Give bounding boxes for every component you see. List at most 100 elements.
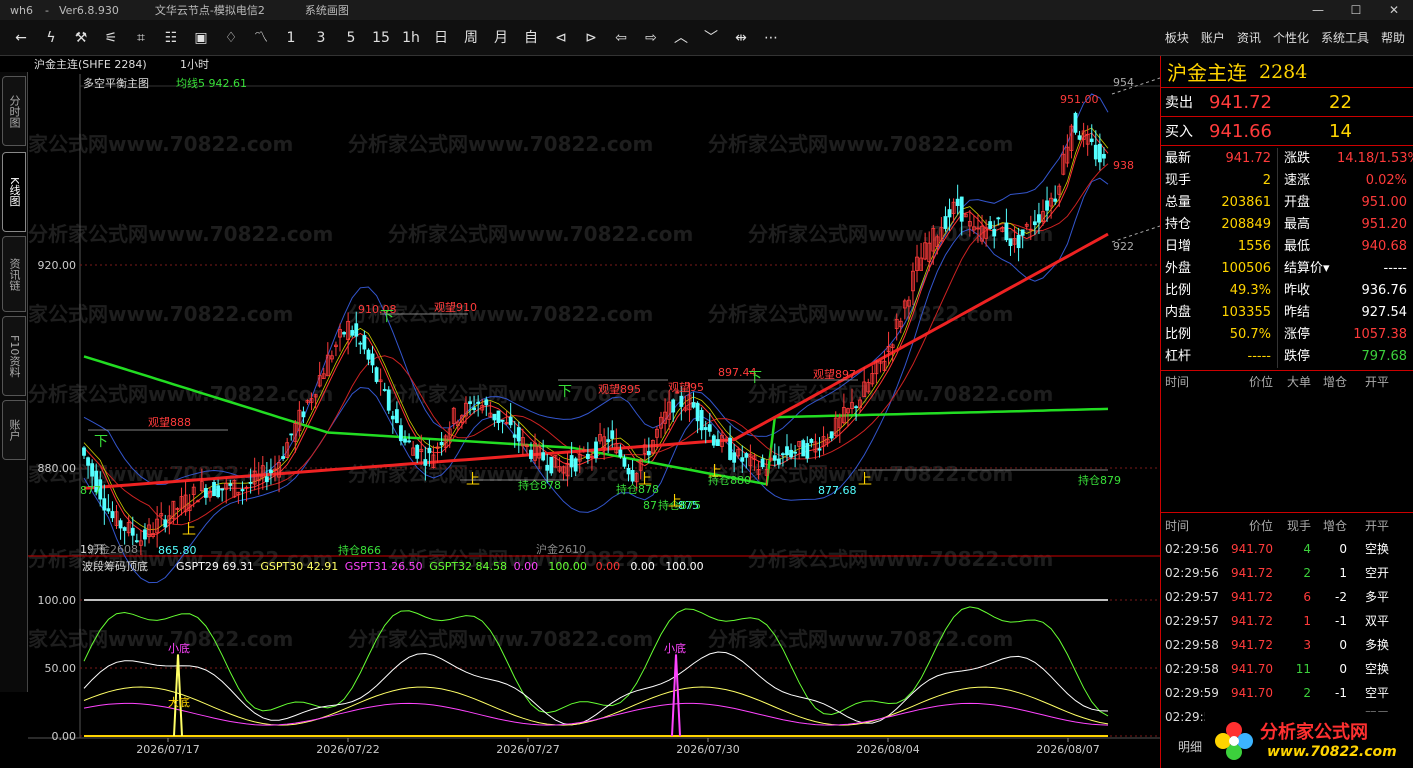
period-15[interactable]: 15 xyxy=(366,20,396,56)
line-chart-icon[interactable]: 〽 xyxy=(246,20,276,56)
grid-icon[interactable]: ☷ xyxy=(156,20,186,56)
draw-icon[interactable]: ⚒ xyxy=(66,20,96,56)
stats-cell: 比例 xyxy=(1165,283,1192,298)
prev-bar-icon[interactable]: ⊲ xyxy=(546,20,576,56)
stats-cell: 940.68 xyxy=(1361,239,1408,254)
sub-value: 0.00 xyxy=(514,560,539,573)
sub-indicator-label[interactable]: 波段筹码顶底 xyxy=(82,559,148,573)
candle-body xyxy=(955,198,960,206)
period-label[interactable]: 1小时 xyxy=(180,58,209,71)
cursor-icon[interactable]: ⇹ xyxy=(726,20,756,56)
menu-help[interactable]: 帮助 xyxy=(1381,20,1405,56)
menu-personalize[interactable]: 个性化 xyxy=(1273,20,1309,56)
maximize-button[interactable]: ☐ xyxy=(1337,0,1375,20)
projection-line xyxy=(1111,225,1160,243)
column-header: 开平 xyxy=(1364,375,1389,389)
tab-f10[interactable]: F10资料 xyxy=(2,316,26,396)
candle-body xyxy=(626,467,631,475)
forward-icon[interactable]: ϟ xyxy=(36,20,66,56)
logo-title: 分析家公式网 xyxy=(1260,722,1368,743)
candle-body xyxy=(508,416,513,426)
tick-table[interactable]: 时间 价位 现手 增仓 开平 02:29:56 941.70 4 0 空换 02:29:56 941… xyxy=(1161,513,1413,729)
sell-row[interactable]: 卖出 941.72 22 xyxy=(1161,88,1413,117)
symbol-label[interactable]: 沪金主连(SHFE 2284) xyxy=(34,57,147,71)
x-tick-label: 2026/07/17 xyxy=(136,743,199,756)
tick-cell: 3 xyxy=(1303,638,1311,652)
stats-row: 现手 2 速涨 0.02% xyxy=(1161,170,1413,192)
candle-body xyxy=(228,483,233,486)
menu-tools[interactable]: 系统工具 xyxy=(1321,20,1369,56)
sub-value: GSPT32 84.58 xyxy=(429,560,507,573)
x-tick-label: 2026/07/22 xyxy=(316,743,379,756)
chart-grid: 920.00 880.00 100.00 50.00 0.00 2026/07/17 202… xyxy=(28,74,1160,756)
candle-body xyxy=(1008,238,1013,247)
tick-cell: 941.72 xyxy=(1231,638,1273,652)
candle-body xyxy=(82,447,86,456)
candle-body xyxy=(781,453,785,456)
next-bar-icon[interactable]: ⊳ xyxy=(576,20,606,56)
indicator-icon[interactable]: ⚟ xyxy=(96,20,126,56)
period-custom[interactable]: 自 xyxy=(516,20,546,56)
tab-account[interactable]: 账户 xyxy=(2,400,26,460)
watermark-text: 分析家公式网www.70822.com xyxy=(28,132,293,156)
column-header: 价位 xyxy=(1248,519,1273,533)
candle-body xyxy=(403,438,407,443)
sub-value: 100.00 xyxy=(548,560,587,573)
stats-cell: 现手 xyxy=(1165,173,1192,188)
small-bottom-label: 小底 xyxy=(168,641,190,655)
period-1[interactable]: 1 xyxy=(276,20,306,56)
signal-up: 上 xyxy=(668,494,682,510)
main-indicator-label[interactable]: 多空平衡主图 xyxy=(83,76,149,90)
stats-cell[interactable]: 结算价▾ xyxy=(1277,258,1337,280)
more-icon[interactable]: ⋯ xyxy=(756,20,786,56)
chart-icon[interactable]: ▣ xyxy=(186,20,216,56)
right-icon[interactable]: ⇨ xyxy=(636,20,666,56)
bell-icon[interactable]: ♢ xyxy=(216,20,246,56)
candle-body xyxy=(854,406,858,409)
zoom-in-icon[interactable]: ︿ xyxy=(666,20,696,56)
minimize-button[interactable]: — xyxy=(1299,0,1337,20)
period-day[interactable]: 日 xyxy=(426,20,456,56)
candle-body xyxy=(427,447,432,454)
column-header: 时间 xyxy=(1165,375,1190,389)
sub-value: 0.00 xyxy=(596,560,621,573)
column-header: 价位 xyxy=(1248,375,1273,389)
zoom-out-icon[interactable]: ﹀ xyxy=(696,20,726,56)
period-week[interactable]: 周 xyxy=(456,20,486,56)
candle-body xyxy=(407,440,411,443)
period-month[interactable]: 月 xyxy=(486,20,516,56)
tab-newslink[interactable]: 资讯链 xyxy=(2,236,26,312)
tab-kline[interactable]: K线图 xyxy=(2,152,26,232)
candle-body xyxy=(801,440,806,457)
stats-row: 总量 203861 开盘 951.00 xyxy=(1161,192,1413,214)
watermark-text: 分析家公式网www.70822.com xyxy=(28,627,293,651)
small-bottom-spike xyxy=(671,654,681,737)
period-1h[interactable]: 1h xyxy=(396,20,426,56)
tab-detail[interactable]: 明细 xyxy=(1178,738,1202,755)
buy-row[interactable]: 买入 941.66 14 xyxy=(1161,117,1413,146)
period-5[interactable]: 5 xyxy=(336,20,366,56)
sub-y-tick-label: 50.00 xyxy=(45,662,77,675)
menu-sector[interactable]: 板块 xyxy=(1165,20,1189,56)
tick-cell: 2 xyxy=(1303,566,1311,580)
cross-icon[interactable]: ⌗ xyxy=(126,20,156,56)
watermark-text: 分析家公式网www.70822.com xyxy=(348,132,653,156)
period-3[interactable]: 3 xyxy=(306,20,336,56)
left-icon[interactable]: ⇦ xyxy=(606,20,636,56)
kline-chart[interactable]: 分析家公式网www.70822.com 分析家公式网www.70822.com 分析… xyxy=(28,56,1160,768)
candle-body xyxy=(468,401,472,405)
tab-timeshare[interactable]: 分时图 xyxy=(2,76,26,146)
candle-body xyxy=(1073,112,1078,133)
menu-account[interactable]: 账户 xyxy=(1201,20,1225,56)
tick-cell: 02:29:58 xyxy=(1165,662,1219,676)
back-icon[interactable]: ← xyxy=(6,20,36,56)
candle-body xyxy=(703,427,708,430)
sell-price: 941.72 xyxy=(1209,91,1272,113)
candle-body xyxy=(240,489,245,492)
watermark-text: 分析家公式网www.70822.com xyxy=(388,382,693,406)
menu-news[interactable]: 资讯 xyxy=(1237,20,1261,56)
tick-cell: 1 xyxy=(1339,566,1347,580)
candle-body xyxy=(992,229,997,237)
close-button[interactable]: ✕ xyxy=(1375,0,1413,20)
candle-body xyxy=(496,410,501,423)
